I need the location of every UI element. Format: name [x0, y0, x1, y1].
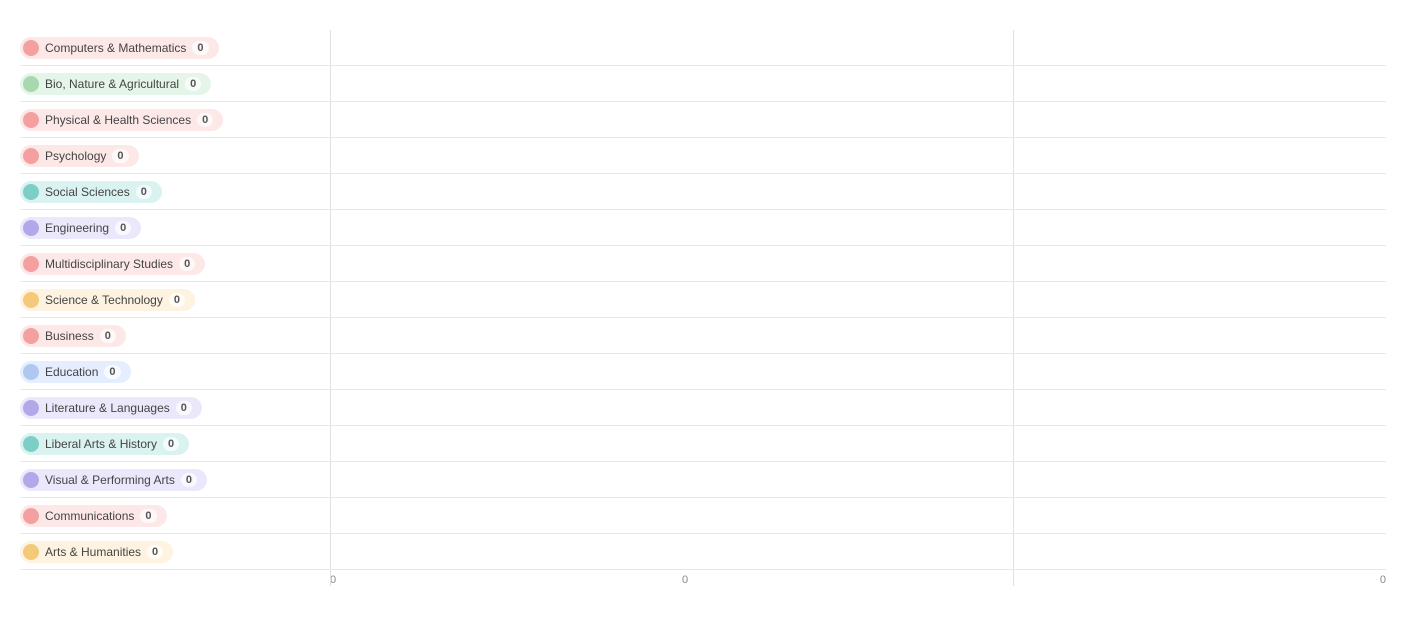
bar-pill: Liberal Arts & History 0 — [20, 433, 189, 455]
pill-dot — [23, 112, 39, 128]
bar-pill: Engineering 0 — [20, 217, 141, 239]
bar-value: 0 — [163, 437, 179, 451]
bar-value: 0 — [100, 329, 116, 343]
bar-value: 0 — [169, 293, 185, 307]
bar-pill: Physical & Health Sciences 0 — [20, 109, 223, 131]
bar-row: Education 0 — [20, 354, 1386, 390]
bar-row: Communications 0 — [20, 498, 1386, 534]
pill-dot — [23, 220, 39, 236]
pill-dot — [23, 184, 39, 200]
bar-label: Engineering — [45, 221, 109, 235]
pill-dot — [23, 76, 39, 92]
x-tick: 0 — [1034, 574, 1386, 586]
pill-dot — [23, 364, 39, 380]
bar-label: Bio, Nature & Agricultural — [45, 77, 179, 91]
bar-row: Social Sciences 0 — [20, 174, 1386, 210]
bar-pill: Social Sciences 0 — [20, 181, 162, 203]
bar-label: Literature & Languages — [45, 401, 170, 415]
bar-label: Computers & Mathematics — [45, 41, 186, 55]
bar-label: Liberal Arts & History — [45, 437, 157, 451]
bar-value: 0 — [112, 149, 128, 163]
bar-row: Business 0 — [20, 318, 1386, 354]
bar-value: 0 — [181, 473, 197, 487]
bar-pill: Computers & Mathematics 0 — [20, 37, 219, 59]
bar-label: Arts & Humanities — [45, 545, 141, 559]
pill-dot — [23, 436, 39, 452]
bar-label: Visual & Performing Arts — [45, 473, 175, 487]
pill-dot — [23, 256, 39, 272]
bar-pill: Bio, Nature & Agricultural 0 — [20, 73, 211, 95]
bar-value: 0 — [192, 41, 208, 55]
bar-label: Multidisciplinary Studies — [45, 257, 173, 271]
x-axis: 000 — [20, 574, 1386, 586]
pill-dot — [23, 292, 39, 308]
bar-row: Computers & Mathematics 0 — [20, 30, 1386, 66]
x-tick: 0 — [682, 574, 1034, 586]
x-tick: 0 — [330, 574, 682, 586]
pill-dot — [23, 508, 39, 524]
bar-pill: Business 0 — [20, 325, 126, 347]
bar-pill: Multidisciplinary Studies 0 — [20, 253, 205, 275]
bar-pill: Science & Technology 0 — [20, 289, 195, 311]
bar-row: Science & Technology 0 — [20, 282, 1386, 318]
bar-pill: Psychology 0 — [20, 145, 139, 167]
bar-pill: Education 0 — [20, 361, 131, 383]
pill-dot — [23, 400, 39, 416]
bar-row: Psychology 0 — [20, 138, 1386, 174]
bar-row: Liberal Arts & History 0 — [20, 426, 1386, 462]
chart-area: Computers & Mathematics0Bio, Nature & Ag… — [20, 30, 1386, 586]
bar-row: Multidisciplinary Studies 0 — [20, 246, 1386, 282]
bar-value: 0 — [176, 401, 192, 415]
bar-label: Psychology — [45, 149, 106, 163]
bar-value: 0 — [185, 77, 201, 91]
bar-label: Business — [45, 329, 94, 343]
pill-dot — [23, 40, 39, 56]
bar-pill: Literature & Languages 0 — [20, 397, 202, 419]
bar-row: Visual & Performing Arts 0 — [20, 462, 1386, 498]
bar-label: Communications — [45, 509, 134, 523]
pill-dot — [23, 544, 39, 560]
pill-dot — [23, 472, 39, 488]
pill-dot — [23, 148, 39, 164]
bar-pill: Visual & Performing Arts 0 — [20, 469, 207, 491]
bar-value: 0 — [197, 113, 213, 127]
bar-label: Science & Technology — [45, 293, 163, 307]
bar-value: 0 — [104, 365, 120, 379]
bar-value: 0 — [179, 257, 195, 271]
bar-value: 0 — [140, 509, 156, 523]
bar-value: 0 — [136, 185, 152, 199]
bar-row: Literature & Languages 0 — [20, 390, 1386, 426]
bar-row: Engineering 0 — [20, 210, 1386, 246]
bar-pill: Communications 0 — [20, 505, 167, 527]
bar-value: 0 — [147, 545, 163, 559]
bar-value: 0 — [115, 221, 131, 235]
bar-label: Social Sciences — [45, 185, 130, 199]
bar-row: Arts & Humanities 0 — [20, 534, 1386, 570]
bar-row: Physical & Health Sciences 0 — [20, 102, 1386, 138]
bar-label: Physical & Health Sciences — [45, 113, 191, 127]
bar-label: Education — [45, 365, 98, 379]
bar-row: Bio, Nature & Agricultural 0 — [20, 66, 1386, 102]
bar-pill: Arts & Humanities 0 — [20, 541, 173, 563]
pill-dot — [23, 328, 39, 344]
